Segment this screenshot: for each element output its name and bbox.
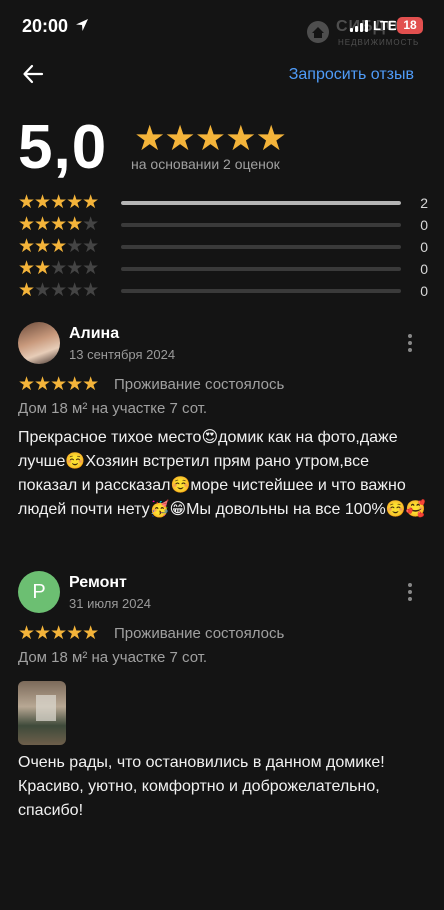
avatar: Р bbox=[18, 571, 60, 613]
breakdown-count: 0 bbox=[420, 239, 428, 255]
breakdown-bar bbox=[121, 245, 401, 249]
battery-indicator: 18 bbox=[397, 17, 423, 34]
review-status: Проживание состоялось bbox=[114, 376, 285, 393]
breakdown-row-1: ★★★★★ 0 bbox=[18, 280, 428, 302]
breakdown-stars: ★★★★★ bbox=[18, 236, 99, 257]
review-status: Проживание состоялось bbox=[114, 625, 285, 642]
location-arrow-icon bbox=[76, 19, 88, 31]
breakdown-bar bbox=[121, 267, 401, 271]
breakdown-stars: ★★★★★ bbox=[18, 258, 99, 279]
review-property: Дом 18 м² на участке 7 сот. bbox=[18, 400, 208, 417]
signal-icon bbox=[350, 20, 370, 32]
more-vertical-icon[interactable] bbox=[408, 583, 412, 601]
breakdown-stars: ★★★★★ bbox=[18, 192, 99, 213]
back-arrow-icon[interactable] bbox=[22, 63, 44, 85]
status-bar: 20:00 СИБДОМ НЕДВИЖИМОСТЬ LTE 18 bbox=[0, 0, 444, 52]
review-date: 31 июля 2024 bbox=[69, 596, 151, 611]
breakdown-bar-fill bbox=[121, 201, 401, 205]
average-rating: 5,0 bbox=[18, 113, 108, 182]
review-text: Прекрасное тихое место😍домик как на фото… bbox=[18, 429, 426, 518]
average-rating-stars: ★★★★★ bbox=[134, 119, 287, 158]
review-date: 13 сентября 2024 bbox=[69, 347, 176, 362]
reviewer-name: Ремонт bbox=[69, 574, 127, 591]
breakdown-count: 0 bbox=[420, 217, 428, 233]
more-vertical-icon[interactable] bbox=[408, 334, 412, 352]
breakdown-row-5: ★★★★★ 2 bbox=[18, 192, 428, 214]
breakdown-count: 0 bbox=[420, 283, 428, 299]
breakdown-count: 0 bbox=[420, 261, 428, 277]
watermark-subtitle: НЕДВИЖИМОСТЬ bbox=[338, 38, 420, 47]
review-property: Дом 18 м² на участке 7 сот. bbox=[18, 649, 208, 666]
breakdown-stars: ★★★★★ bbox=[18, 280, 99, 301]
breakdown-row-4: ★★★★★ 0 bbox=[18, 214, 428, 236]
review-photo[interactable] bbox=[18, 681, 66, 745]
rating-caption: на основании 2 оценок bbox=[131, 156, 280, 172]
avatar bbox=[18, 322, 60, 364]
breakdown-bar bbox=[121, 223, 401, 227]
breakdown-stars: ★★★★★ bbox=[18, 214, 99, 235]
network-type: LTE bbox=[373, 18, 397, 33]
reviewer-name: Алина bbox=[69, 325, 120, 342]
review-text: Очень рады, что остановились в данном до… bbox=[18, 754, 385, 819]
review-stars: ★★★★★ bbox=[18, 374, 99, 395]
status-time: 20:00 bbox=[22, 16, 69, 36]
breakdown-bar bbox=[121, 289, 401, 293]
review-stars: ★★★★★ bbox=[18, 623, 99, 644]
watermark-house-icon bbox=[307, 21, 329, 43]
breakdown-row-3: ★★★★★ 0 bbox=[18, 236, 428, 258]
breakdown-row-2: ★★★★★ 0 bbox=[18, 258, 428, 280]
request-review-button[interactable]: Запросить отзыв bbox=[289, 66, 414, 84]
breakdown-bar bbox=[121, 201, 401, 205]
breakdown-count: 2 bbox=[420, 195, 428, 211]
